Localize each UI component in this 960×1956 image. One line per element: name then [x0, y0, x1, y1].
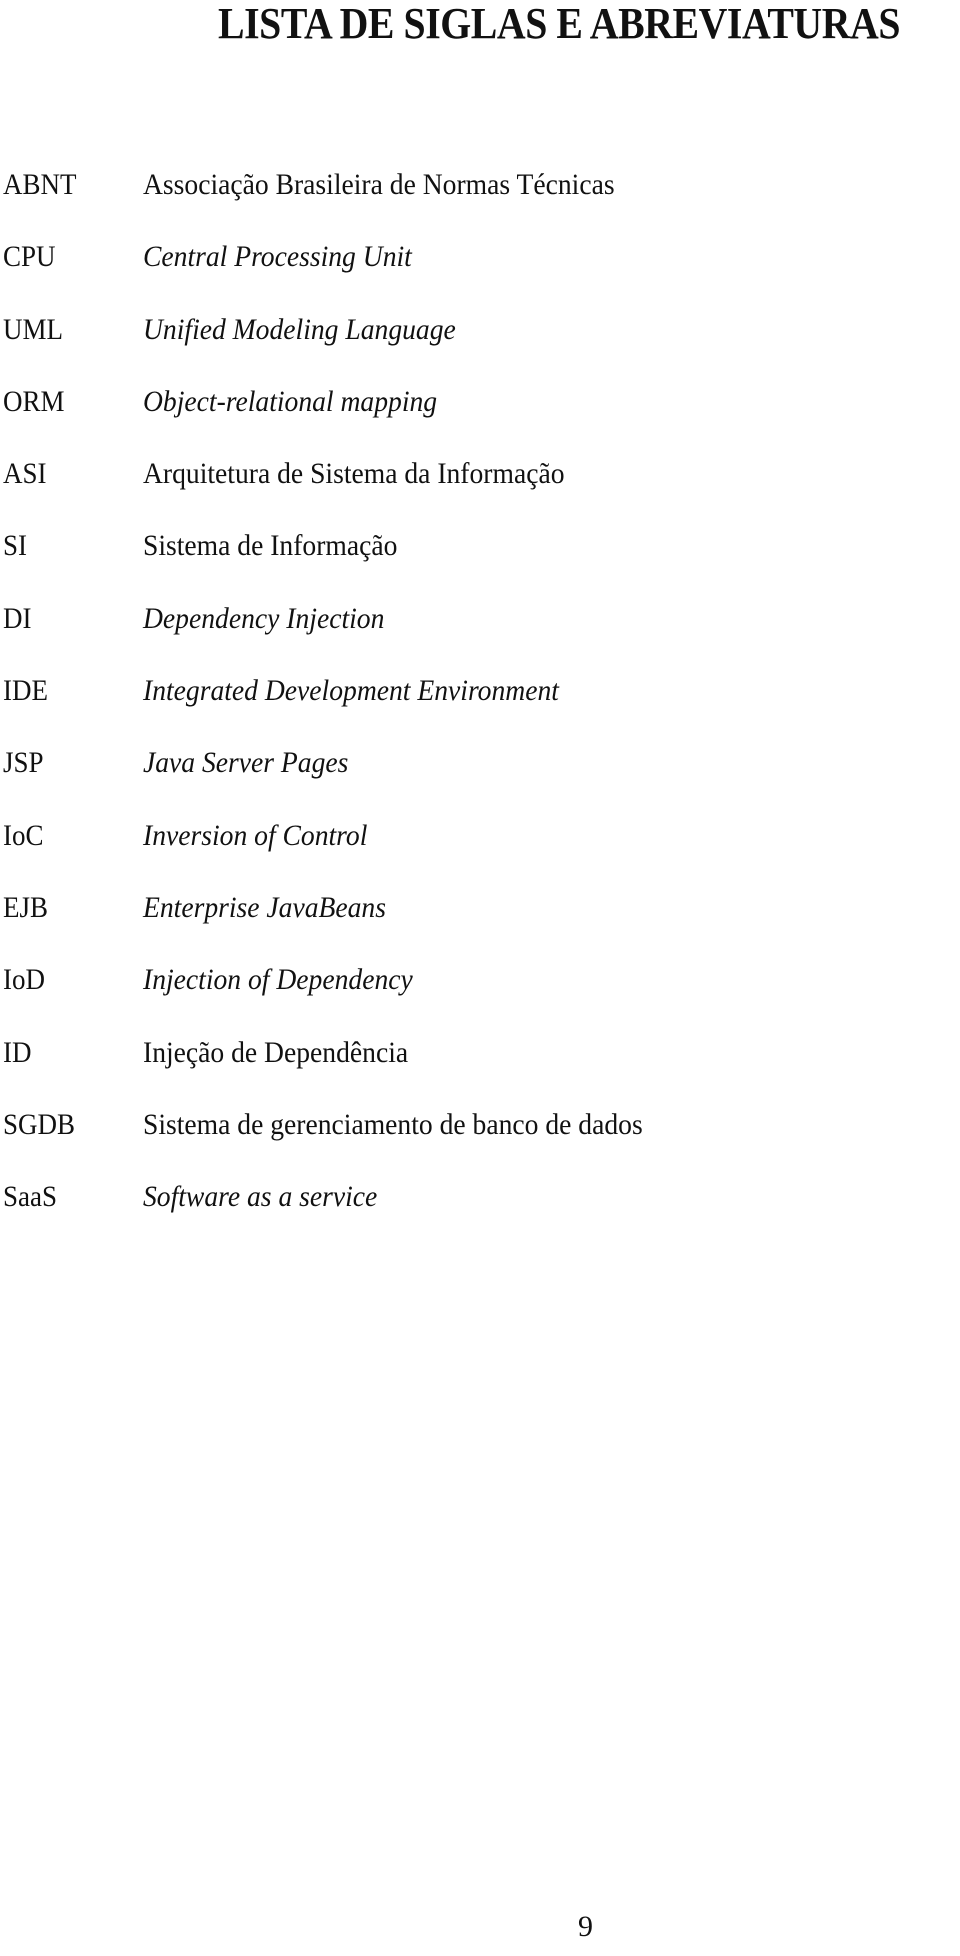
abbreviation-list: ABNT Associação Brasileira de Normas Téc…	[0, 166, 960, 1250]
abbreviation-row: ID Injeção de Dependência	[0, 1034, 960, 1106]
abbreviation-row: JSP Java Server Pages	[0, 744, 960, 816]
abbreviation-row: IDE Integrated Development Environment	[0, 672, 960, 744]
abbreviation-term: DI	[3, 601, 32, 635]
abbreviation-term: EJB	[3, 890, 49, 924]
abbreviation-definition: Dependency Injection	[143, 601, 385, 635]
abbreviation-row: IoC Inversion of Control	[0, 817, 960, 889]
abbreviation-definition: Injection of Dependency	[143, 963, 413, 997]
abbreviation-row: SI Sistema de Informação	[0, 527, 960, 599]
abbreviation-definition: Java Server Pages	[143, 746, 349, 780]
abbreviation-row: CPU Central Processing Unit	[0, 238, 960, 310]
abbreviation-term: IDE	[3, 674, 48, 708]
abbreviation-definition: Unified Modeling Language	[143, 312, 456, 346]
abbreviation-term: IoC	[3, 818, 44, 852]
abbreviation-definition: Integrated Development Environment	[143, 674, 559, 708]
abbreviation-term: ABNT	[3, 168, 77, 201]
abbreviation-row: SaaS Software as a service	[0, 1178, 960, 1250]
abbreviation-term: IoD	[3, 963, 45, 997]
abbreviation-row: IoD Injection of Dependency	[0, 961, 960, 1033]
abbreviation-definition: Object-relational mapping	[143, 384, 438, 418]
abbreviation-term: ID	[3, 1035, 32, 1069]
abbreviation-definition: Software as a service	[143, 1180, 378, 1214]
abbreviation-term: ORM	[3, 384, 65, 418]
abbreviation-definition: Arquitetura de Sistema da Informação	[143, 457, 565, 491]
abbreviation-row: SGDB Sistema de gerenciamento de banco d…	[0, 1106, 960, 1178]
abbreviation-term: CPU	[3, 240, 56, 274]
abbreviation-term: SI	[3, 529, 28, 563]
abbreviation-definition: Associação Brasileira de Normas Técnicas	[143, 168, 615, 201]
page-number: 9	[578, 1910, 593, 1943]
abbreviation-row: EJB Enterprise JavaBeans	[0, 889, 960, 961]
abbreviation-term: SaaS	[3, 1180, 57, 1214]
abbreviation-row: UML Unified Modeling Language	[0, 311, 960, 383]
abbreviation-term: ASI	[3, 457, 47, 491]
abbreviation-definition: Sistema de gerenciamento de banco de dad…	[143, 1107, 643, 1141]
abbreviation-row: ORM Object-relational mapping	[0, 383, 960, 455]
page-title: LISTA DE SIGLAS E ABREVIATURAS	[218, 0, 901, 48]
abbreviation-definition: Injeção de Dependência	[143, 1035, 409, 1069]
abbreviation-definition: Inversion of Control	[143, 818, 368, 852]
abbreviation-row: DI Dependency Injection	[0, 600, 960, 672]
abbreviation-row: ASI Arquitetura de Sistema da Informação	[0, 455, 960, 527]
abbreviation-term: JSP	[3, 746, 44, 780]
abbreviation-definition: Sistema de Informação	[143, 529, 398, 563]
abbreviation-term: UML	[3, 312, 64, 346]
abbreviation-row: ABNT Associação Brasileira de Normas Téc…	[0, 166, 960, 238]
abbreviation-term: SGDB	[3, 1107, 76, 1141]
abbreviation-definition: Central Processing Unit	[143, 240, 412, 274]
abbreviation-definition: Enterprise JavaBeans	[143, 890, 386, 924]
